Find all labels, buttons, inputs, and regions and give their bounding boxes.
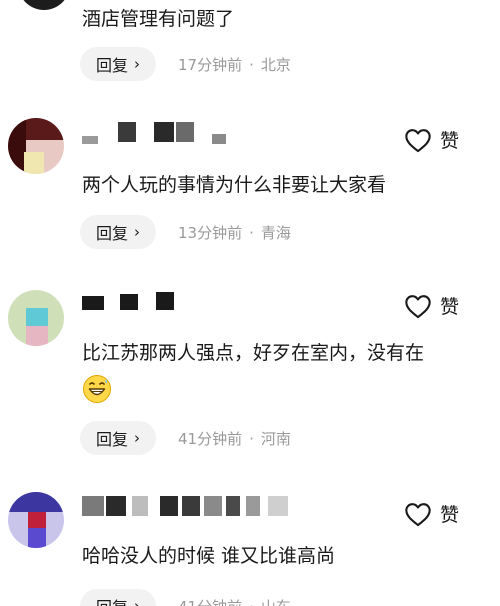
like-button[interactable]: 赞 <box>404 292 459 319</box>
comment-meta: 回复 › 17分钟前 · 北京 <box>80 46 291 82</box>
avatar[interactable] <box>18 0 70 10</box>
chevron-right-icon: › <box>134 223 141 241</box>
comment-time: 13分钟前 <box>178 223 243 242</box>
grinning-sweat-emoji <box>83 375 111 403</box>
comment-list: 酒店管理有问题了 回复 › 17分钟前 · 北京 赞 两个人玩的事情为什么非要让… <box>0 0 500 606</box>
reply-button[interactable]: 回复 › <box>80 215 157 249</box>
like-button[interactable]: 赞 <box>404 126 459 153</box>
reply-button[interactable]: 回复 › <box>80 47 157 81</box>
chevron-right-icon: › <box>134 597 141 606</box>
heart-outline-icon <box>405 128 431 152</box>
heart-outline-icon <box>405 502 431 526</box>
comment-meta: 回复 › 13分钟前 · 青海 <box>80 214 291 250</box>
reply-label: 回复 <box>96 430 129 449</box>
avatar[interactable] <box>8 290 64 346</box>
comment-time: 41分钟前 <box>178 429 243 448</box>
avatar[interactable] <box>8 118 64 174</box>
reply-label: 回复 <box>96 594 128 606</box>
comment-text: 两个人玩的事情为什么非要让大家看 <box>82 174 387 196</box>
comment-time-location: 17分钟前 · 北京 <box>178 54 291 75</box>
comment-time: 41分钟前 <box>178 598 242 606</box>
comment-location: 北京 <box>260 55 291 74</box>
like-button[interactable]: 赞 <box>404 500 459 527</box>
comment-text: 比江苏那两人强点，好歹在室内，没有在 <box>82 342 425 364</box>
comment-time-location: 41分钟前 · 山东 <box>178 596 291 606</box>
meta-separator: · <box>249 55 254 74</box>
reply-button[interactable]: 回复 › <box>80 421 157 455</box>
comment-time-location: 13分钟前 · 青海 <box>178 222 291 243</box>
comment-time: 17分钟前 <box>178 55 243 74</box>
avatar[interactable] <box>8 492 64 548</box>
comment-location: 青海 <box>260 223 291 242</box>
meta-separator: · <box>249 429 254 448</box>
comment-meta: 回复 › 41分钟前 · 河南 <box>80 420 291 456</box>
chevron-right-icon: › <box>134 55 141 73</box>
comment-meta: 回复 › 41分钟前 · 山东 <box>80 588 291 606</box>
meta-separator: · <box>249 598 254 606</box>
meta-separator: · <box>249 223 254 242</box>
reply-label: 回复 <box>96 56 129 75</box>
heart-outline-icon <box>405 294 431 318</box>
like-label: 赞 <box>440 296 460 318</box>
comment-location: 河南 <box>260 429 291 448</box>
chevron-right-icon: › <box>134 429 141 447</box>
comment-time-location: 41分钟前 · 河南 <box>178 428 291 449</box>
comment-text: 哈哈没人的时候 谁又比谁高尚 <box>82 545 336 567</box>
reply-label: 回复 <box>96 224 129 243</box>
like-label: 赞 <box>440 130 460 152</box>
comment-location: 山东 <box>261 598 291 606</box>
like-label: 赞 <box>440 504 460 526</box>
reply-button[interactable]: 回复 › <box>80 589 157 606</box>
comment-text: 酒店管理有问题了 <box>82 8 235 30</box>
